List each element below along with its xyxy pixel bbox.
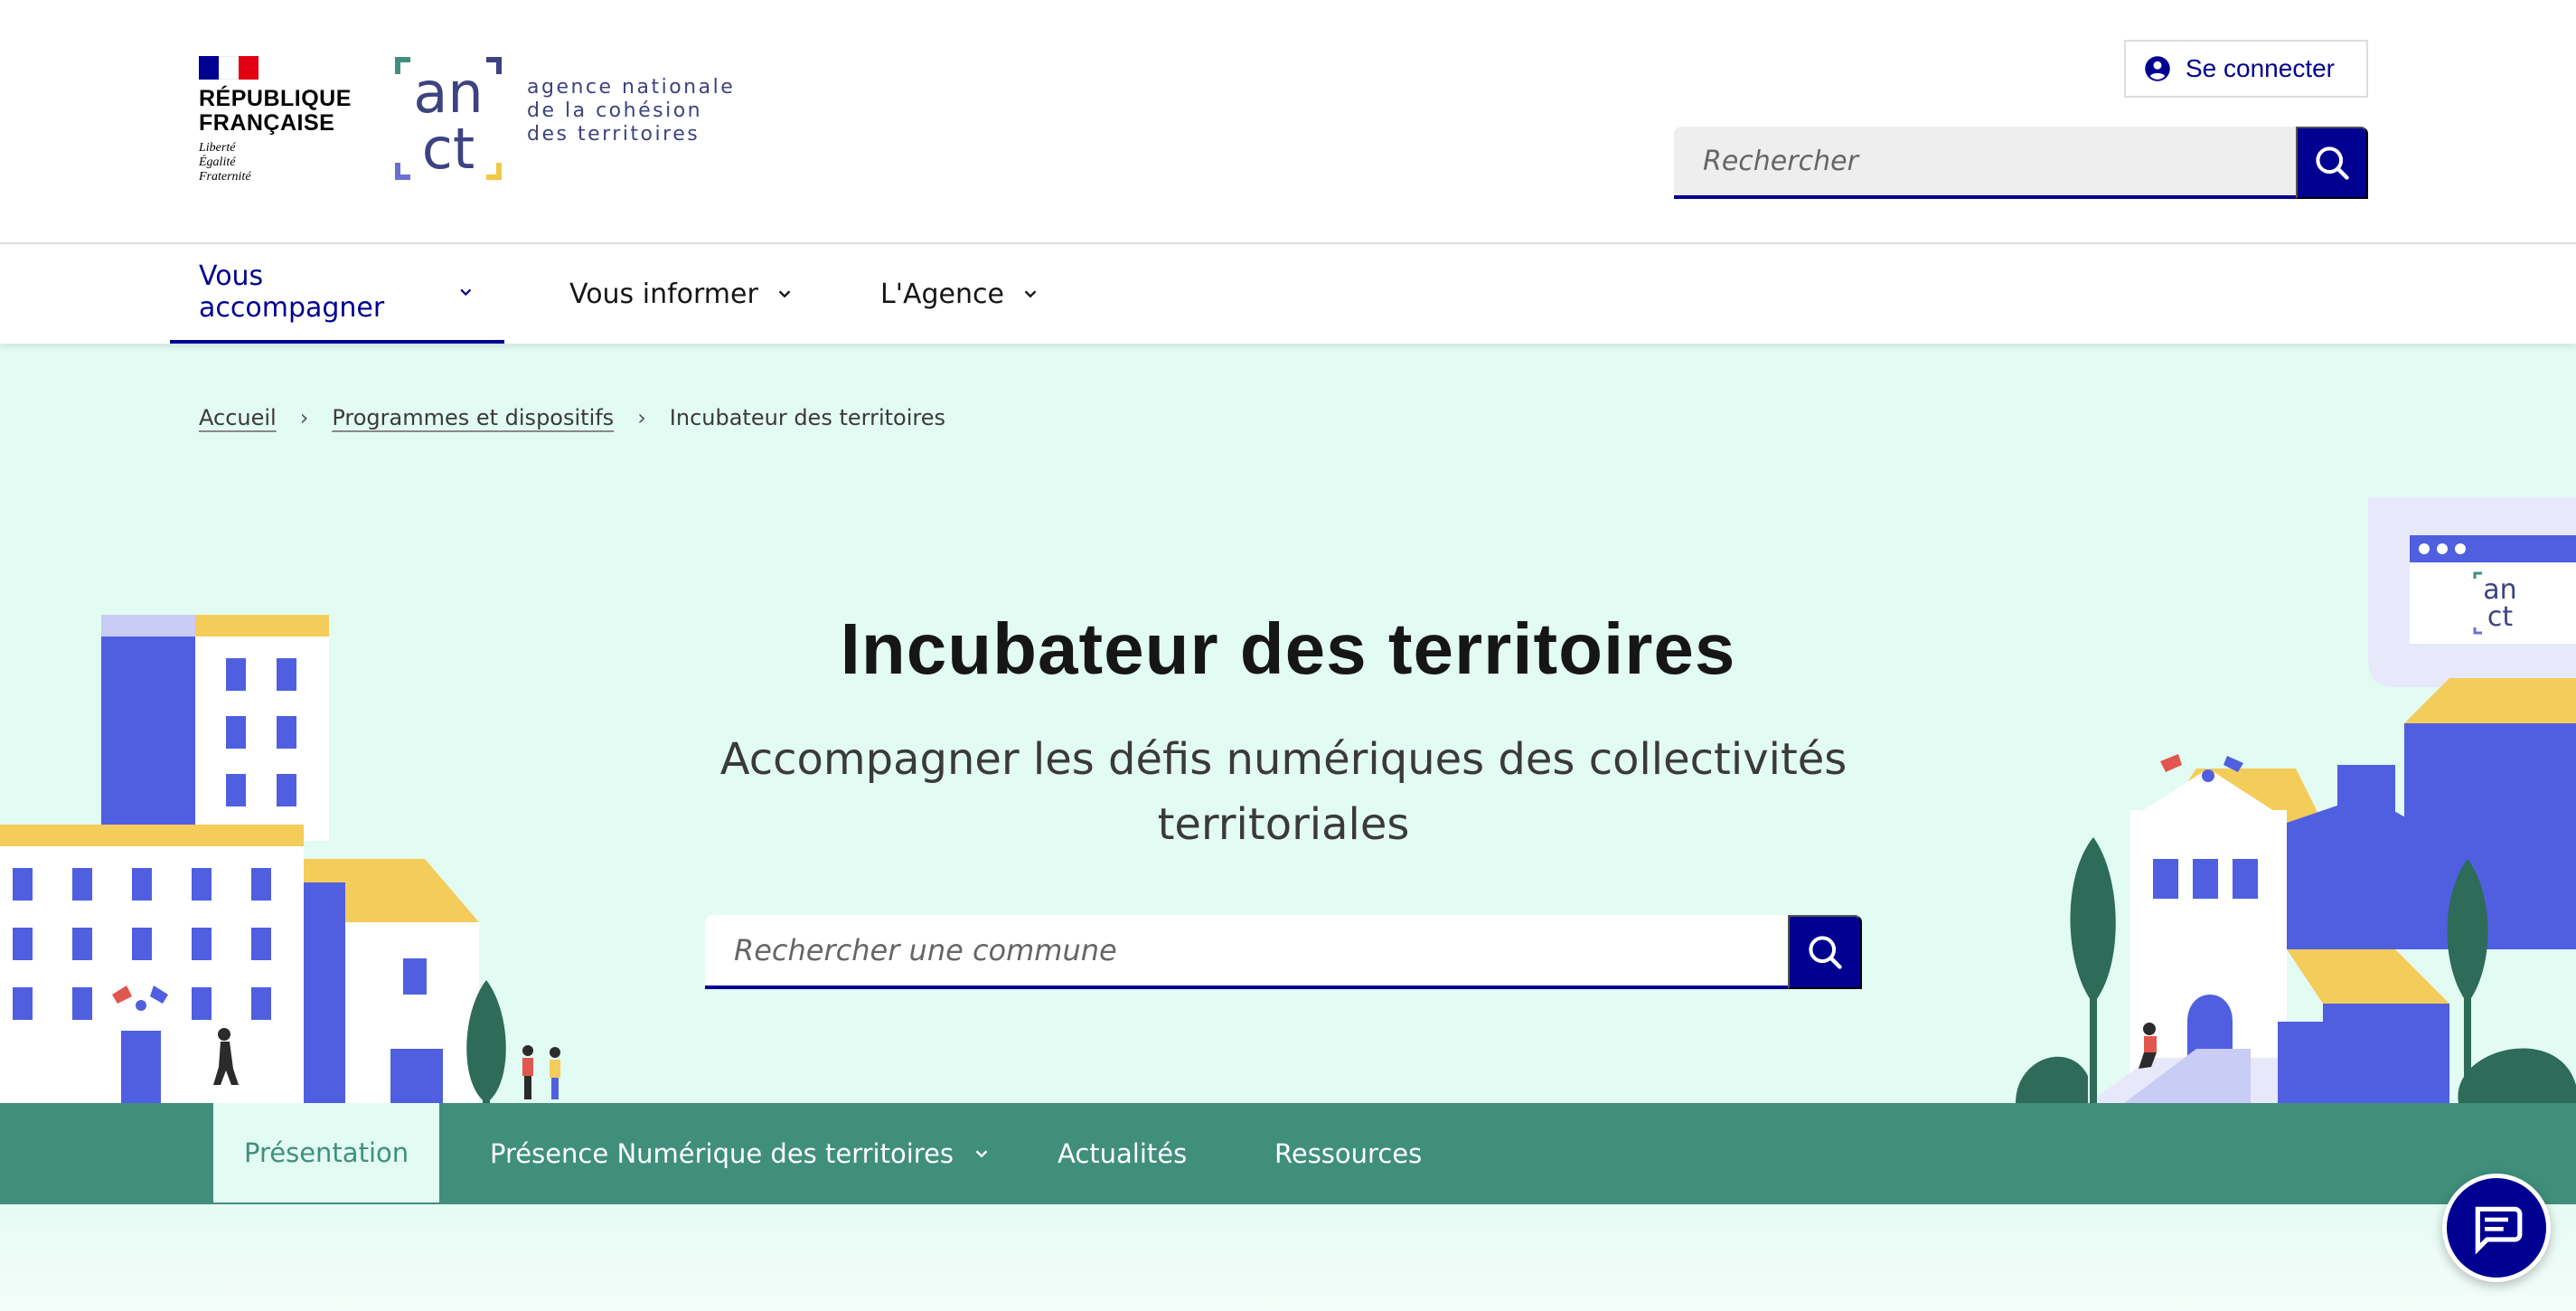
- content-area: [0, 1204, 2576, 1311]
- subnav-item-ressources[interactable]: Ressources: [1244, 1103, 1453, 1204]
- chat-button[interactable]: [2442, 1174, 2551, 1282]
- chevron-down-icon: [1024, 290, 1037, 298]
- nav-item-label: L'Agence: [880, 278, 1004, 310]
- chevron-down-icon: [778, 290, 791, 298]
- main-navigation: Vous accompagner Vous informer L'Agence: [0, 244, 2576, 344]
- subnav-item-label: Ressources: [1274, 1138, 1423, 1169]
- breadcrumb-current: Incubateur des territoires: [669, 405, 945, 430]
- anct-agency-name: agence nationale de la cohésion des terr…: [527, 76, 735, 146]
- subtitle-line: Accompagner les défis numériques des col…: [719, 734, 1847, 785]
- motto-line: Égalité: [199, 156, 236, 169]
- rf-name-line: FRANÇAISE: [199, 110, 335, 136]
- subnav-item-label: Actualités: [1058, 1138, 1188, 1169]
- svg-text:ct: ct: [422, 116, 475, 182]
- commune-search: Rechercher une commune: [705, 915, 1862, 989]
- motto-line: Liberté: [199, 141, 236, 155]
- commune-search-button[interactable]: [1788, 915, 1862, 989]
- rf-name-line: RÉPUBLIQUE: [199, 86, 352, 111]
- section-navigation: Présentation Présence Numérique des terr…: [0, 1103, 2576, 1204]
- svg-text:ct: ct: [2487, 601, 2513, 633]
- header-search-input[interactable]: Rechercher: [1674, 127, 2296, 199]
- search-icon: [2316, 146, 2349, 180]
- subnav-item-label: Présence Numérique des territoires: [490, 1138, 954, 1169]
- nav-item-agence[interactable]: L'Agence: [851, 244, 1069, 344]
- subnav-item-actualites[interactable]: Actualités: [1027, 1103, 1217, 1204]
- login-label: Se connecter: [2186, 54, 2335, 82]
- site-header: RÉPUBLIQUE FRANÇAISE Liberté Égalité Fra…: [0, 0, 2576, 244]
- header-search-button[interactable]: [2296, 127, 2368, 199]
- chevron-down-icon: [975, 1150, 988, 1158]
- chevron-right-icon: ›: [299, 405, 309, 430]
- subtitle-line: territoriales: [1157, 799, 1410, 850]
- breadcrumb-link-programmes[interactable]: Programmes et dispositifs: [332, 405, 614, 430]
- motto-line: Fraternité: [199, 170, 251, 184]
- chevron-right-icon: ›: [637, 405, 646, 430]
- user-circle-icon: [2145, 56, 2170, 81]
- commune-search-input[interactable]: Rechercher une commune: [705, 915, 1788, 989]
- search-icon: [1809, 936, 1842, 969]
- breadcrumb-link-accueil[interactable]: Accueil: [199, 405, 277, 430]
- agency-name-line: agence nationale: [527, 76, 736, 99]
- agency-name-line: de la cohésion: [527, 99, 703, 122]
- rf-motto: Liberté Égalité Fraternité: [199, 141, 353, 184]
- login-button[interactable]: Se connecter: [2124, 40, 2368, 98]
- republique-francaise-name: RÉPUBLIQUE FRANÇAISE: [199, 87, 353, 136]
- republique-francaise-logo[interactable]: RÉPUBLIQUE FRANÇAISE Liberté Égalité Fra…: [199, 56, 353, 184]
- subnav-item-label: Présentation: [244, 1137, 409, 1168]
- breadcrumb: Accueil › Programmes et dispositifs › In…: [199, 405, 945, 430]
- page-subtitle: Accompagner les défis numériques des col…: [705, 727, 1862, 857]
- hero-section: Accueil › Programmes et dispositifs › In…: [0, 344, 2576, 1103]
- french-flag-icon: [199, 56, 259, 80]
- nav-item-label: Vous accompagner: [199, 260, 385, 324]
- nav-item-vous-accompagner[interactable]: Vous accompagner: [170, 244, 504, 344]
- nav-item-label: Vous informer: [569, 278, 758, 310]
- subnav-item-presentation[interactable]: Présentation: [213, 1103, 440, 1203]
- subnav-item-presence-numerique[interactable]: Présence Numérique des territoires: [459, 1103, 1022, 1204]
- chevron-down-icon: [460, 288, 472, 297]
- agency-name-line: des territoires: [527, 123, 700, 146]
- header-search: Rechercher: [1674, 127, 2368, 199]
- anct-logo[interactable]: an ct: [394, 56, 503, 183]
- nav-item-vous-informer[interactable]: Vous informer: [541, 244, 823, 344]
- chat-icon: [2475, 1206, 2523, 1255]
- right-houses-illustration: an ct: [2016, 497, 2576, 1103]
